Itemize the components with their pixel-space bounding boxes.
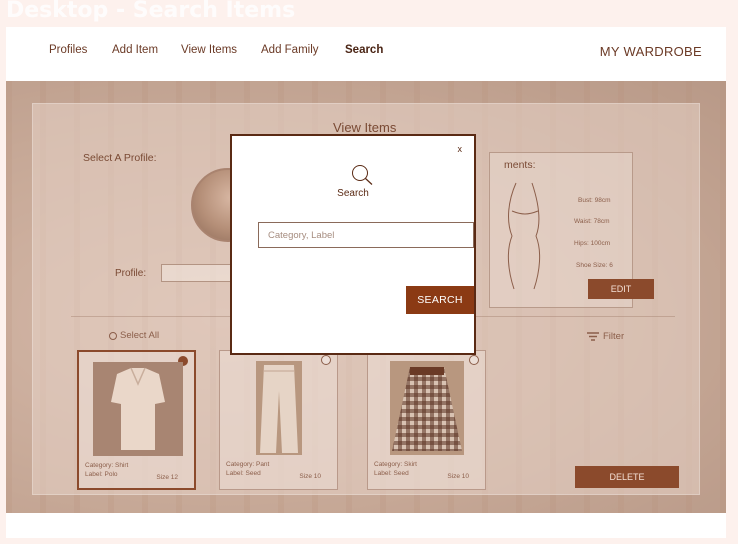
card-category: Category: Shirt (85, 462, 129, 469)
item-card[interactable]: Category: Skirt Label: Seed Size 10 (367, 350, 486, 490)
profile-select[interactable] (161, 264, 241, 282)
item-photo-skirt (390, 361, 464, 455)
select-profile-label: Select A Profile: (83, 152, 157, 164)
card-label: Label: Seed (226, 470, 261, 477)
measurement-hips: Hips: 100cm (574, 240, 611, 247)
filter-label: Filter (603, 331, 625, 342)
card-label: Label: Polo (85, 471, 118, 478)
nav-profiles[interactable]: Profiles (49, 44, 87, 56)
select-all-label: Select All (120, 330, 160, 341)
modal-title: Search (337, 188, 369, 199)
search-button[interactable]: SEARCH (406, 286, 474, 314)
search-icon (352, 165, 373, 185)
measurements-title: ments: (504, 159, 536, 171)
footer-strip (6, 513, 726, 538)
item-card[interactable]: Category: Pant Label: Seed Size 10 (219, 350, 338, 490)
top-navigation: Profiles Add Item View Items Add Family … (6, 27, 726, 81)
measurement-shoe: Shoe Size: 6 (576, 262, 613, 269)
nav-search[interactable]: Search (345, 44, 383, 56)
nav-view-items[interactable]: View Items (181, 44, 237, 56)
delete-button[interactable]: DELETE (575, 466, 679, 488)
card-size: Size 10 (299, 473, 321, 480)
body-outline-icon (507, 182, 541, 290)
card-category: Category: Skirt (374, 461, 417, 468)
item-photo-pant (256, 361, 302, 455)
edit-button[interactable]: EDIT (588, 279, 654, 299)
profile-label: Profile: (115, 268, 147, 279)
frame-title: Desktop - Search Items (6, 0, 296, 23)
radio-icon (109, 331, 117, 340)
filter-button[interactable]: Filter (587, 331, 624, 342)
item-photo-shirt (93, 362, 183, 456)
card-size: Size 10 (447, 473, 469, 480)
page-title: View Items (333, 120, 397, 135)
brand-logo[interactable]: MY WARDROBE (600, 44, 702, 59)
filter-icon (587, 332, 599, 341)
close-icon[interactable]: x (458, 144, 463, 154)
search-modal: x Search SEARCH (230, 134, 476, 355)
item-card[interactable]: Category: Shirt Label: Polo Size 12 (77, 350, 196, 490)
measurement-waist: Waist: 78cm (574, 218, 610, 225)
card-size: Size 12 (156, 474, 178, 481)
nav-add-item[interactable]: Add Item (112, 44, 158, 56)
card-label: Label: Seed (374, 470, 409, 477)
search-input[interactable] (258, 222, 474, 248)
measurement-bust: Bust: 98cm (578, 197, 611, 204)
select-all-toggle[interactable]: Select All (109, 330, 159, 341)
card-category: Category: Pant (226, 461, 270, 468)
measurements-card: ments: Bust: 98cm Waist: 78cm Hips: 100c… (489, 152, 654, 308)
nav-add-family[interactable]: Add Family (261, 44, 319, 56)
